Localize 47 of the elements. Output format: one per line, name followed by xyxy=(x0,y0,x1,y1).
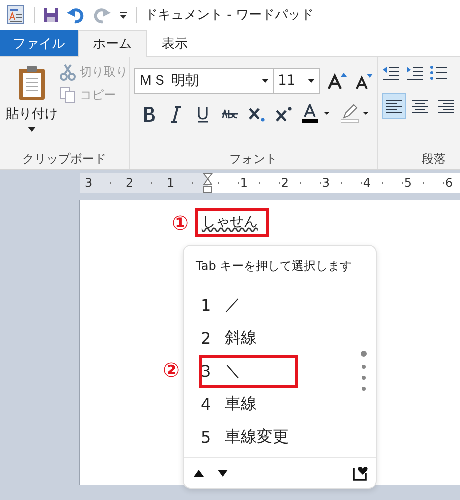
align-left-icon xyxy=(385,99,403,113)
font-color-icon[interactable] xyxy=(302,104,332,124)
scroll-dots-icon xyxy=(360,350,368,392)
highlighter-icon[interactable] xyxy=(341,104,371,124)
align-center-icon xyxy=(411,99,429,113)
candidate-hint: Tab キーを押して選択します xyxy=(195,258,354,275)
caret-icon xyxy=(262,79,269,83)
increase-indent-icon[interactable] xyxy=(406,65,424,81)
grow-font-icon[interactable] xyxy=(328,72,348,90)
annotation-number: ② xyxy=(163,360,180,380)
superscript-icon[interactable] xyxy=(275,105,293,123)
annotation-number: ① xyxy=(172,212,189,232)
undo-icon[interactable] xyxy=(67,6,85,24)
indent-marker-icon[interactable] xyxy=(203,173,213,195)
group-label: クリップボード xyxy=(22,151,108,168)
bullet-list-icon[interactable] xyxy=(430,65,448,81)
align-right-icon xyxy=(437,99,455,113)
typed-text: しゃせん xyxy=(194,208,269,237)
app-icon xyxy=(6,5,26,25)
candidate-item[interactable]: 2 斜線 xyxy=(186,322,298,355)
group-label: フォント xyxy=(228,151,278,168)
candidate-item[interactable]: 1 ／ xyxy=(186,289,298,322)
paste-button[interactable]: 貼り付け xyxy=(6,63,58,149)
group-label: 段落 xyxy=(421,151,447,168)
copy-icon xyxy=(60,87,76,104)
font-size-field[interactable]: 11 xyxy=(274,68,320,94)
candidate-item[interactable]: 4 車線 xyxy=(186,388,298,421)
align-left-button[interactable] xyxy=(382,93,406,119)
caret-icon[interactable] xyxy=(119,10,128,20)
down-arrow-icon[interactable] xyxy=(218,470,228,476)
file-menu-tab[interactable]: ファイル xyxy=(0,30,78,56)
font-name-field[interactable]: ＭＳ 明朝 xyxy=(134,68,274,94)
clipboard-icon xyxy=(17,65,47,101)
decrease-indent-icon[interactable] xyxy=(382,65,400,81)
window-title: ドキュメント - ワードパッド xyxy=(145,7,314,24)
caret-icon xyxy=(308,79,315,83)
scissors-icon xyxy=(60,64,76,81)
save-icon[interactable] xyxy=(43,7,59,23)
caret-icon xyxy=(28,127,36,132)
paste-label: 貼り付け xyxy=(6,106,58,123)
shrink-font-icon[interactable] xyxy=(354,72,374,90)
up-arrow-icon[interactable] xyxy=(194,470,204,476)
ribbon-tab[interactable]: ホーム xyxy=(78,30,147,57)
candidate-item[interactable]: 5 車線変更 xyxy=(186,421,298,454)
heart-sticker-icon[interactable] xyxy=(352,465,368,481)
ribbon-tab[interactable]: 表示 xyxy=(147,30,203,56)
candidate-item[interactable]: 3 ＼ xyxy=(199,355,298,388)
